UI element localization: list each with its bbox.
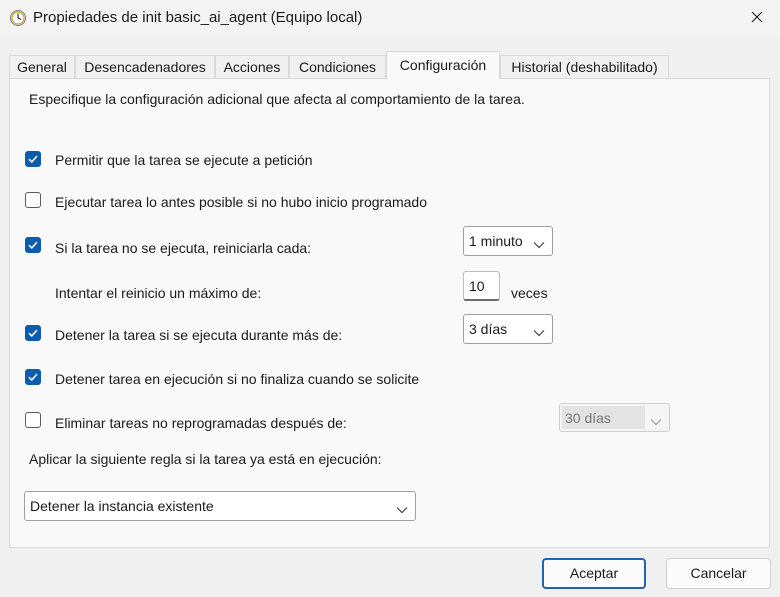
tab-general[interactable]: General bbox=[9, 55, 75, 78]
check-icon bbox=[28, 329, 38, 338]
window-title: Propiedades de init basic_ai_agent (Equi… bbox=[33, 9, 363, 26]
check-icon bbox=[28, 241, 38, 250]
title-bar: Propiedades de init basic_ai_agent (Equi… bbox=[0, 0, 780, 36]
allow-on-demand-label: Permitir que la tarea se ejecute a petic… bbox=[55, 152, 313, 168]
restart-on-fail-checkbox[interactable] bbox=[25, 237, 41, 253]
delete-duration-select[interactable]: 30 días bbox=[559, 403, 670, 432]
check-icon bbox=[28, 373, 38, 382]
restart-attempts-unit: veces bbox=[511, 285, 548, 301]
restart-interval-select[interactable]: 1 minuto bbox=[463, 226, 553, 256]
chevron-down-icon bbox=[396, 501, 408, 517]
tab-historial[interactable]: Historial (deshabilitado) bbox=[500, 55, 669, 78]
stop-duration-select[interactable]: 3 días bbox=[463, 314, 553, 344]
delete-duration-value: 30 días bbox=[565, 410, 611, 426]
tab-configuracion[interactable]: Configuración bbox=[386, 51, 500, 79]
stop-if-long-checkbox[interactable] bbox=[25, 325, 41, 341]
tab-label: Acciones bbox=[223, 59, 281, 75]
tab-desencadenadores[interactable]: Desencadenadores bbox=[75, 55, 215, 78]
tab-condiciones[interactable]: Condiciones bbox=[289, 55, 386, 78]
force-stop-label: Detener tarea en ejecución si no finaliz… bbox=[55, 371, 420, 387]
restart-attempts-label: Intentar el reinicio un máximo de: bbox=[55, 285, 262, 301]
tab-label: Condiciones bbox=[298, 59, 377, 75]
delete-expired-checkbox[interactable] bbox=[25, 412, 41, 428]
rule-select[interactable]: Detener la instancia existente bbox=[24, 491, 416, 521]
check-icon bbox=[28, 155, 38, 164]
restart-attempts-input[interactable]: 10 bbox=[463, 271, 500, 301]
tab-acciones[interactable]: Acciones bbox=[215, 55, 289, 78]
rule-label: Aplicar la siguiente regla si la tarea y… bbox=[29, 451, 382, 467]
tab-label: Historial (deshabilitado) bbox=[511, 59, 658, 75]
stop-if-long-label: Detener la tarea si se ejecuta durante m… bbox=[55, 327, 343, 343]
tab-label: Desencadenadores bbox=[84, 59, 206, 75]
close-icon bbox=[751, 10, 763, 26]
stop-duration-value: 3 días bbox=[469, 321, 508, 337]
chevron-down-icon bbox=[533, 236, 545, 252]
chevron-down-icon bbox=[533, 324, 545, 340]
allow-on-demand-checkbox[interactable] bbox=[25, 151, 41, 167]
tab-label: General bbox=[17, 59, 67, 75]
cancel-button[interactable]: Cancelar bbox=[666, 558, 771, 589]
restart-interval-value: 1 minuto bbox=[469, 233, 523, 249]
clock-task-icon bbox=[9, 9, 27, 27]
force-stop-checkbox[interactable] bbox=[25, 369, 41, 385]
restart-attempts-value: 10 bbox=[469, 278, 485, 294]
rule-value: Detener la instancia existente bbox=[30, 498, 214, 514]
chevron-down-icon bbox=[650, 413, 662, 429]
delete-expired-label: Eliminar tareas no reprogramadas después… bbox=[55, 415, 347, 431]
run-asap-label: Ejecutar tarea lo antes posible si no hu… bbox=[55, 194, 428, 210]
intro-text: Especifique la configuración adicional q… bbox=[29, 91, 525, 107]
restart-on-fail-label: Si la tarea no se ejecuta, reiniciarla c… bbox=[55, 240, 312, 256]
close-button[interactable] bbox=[734, 0, 780, 36]
run-asap-checkbox[interactable] bbox=[25, 192, 41, 208]
tab-label: Configuración bbox=[399, 57, 487, 73]
accept-button[interactable]: Aceptar bbox=[542, 558, 646, 589]
settings-panel: Especifique la configuración adicional q… bbox=[9, 78, 770, 548]
